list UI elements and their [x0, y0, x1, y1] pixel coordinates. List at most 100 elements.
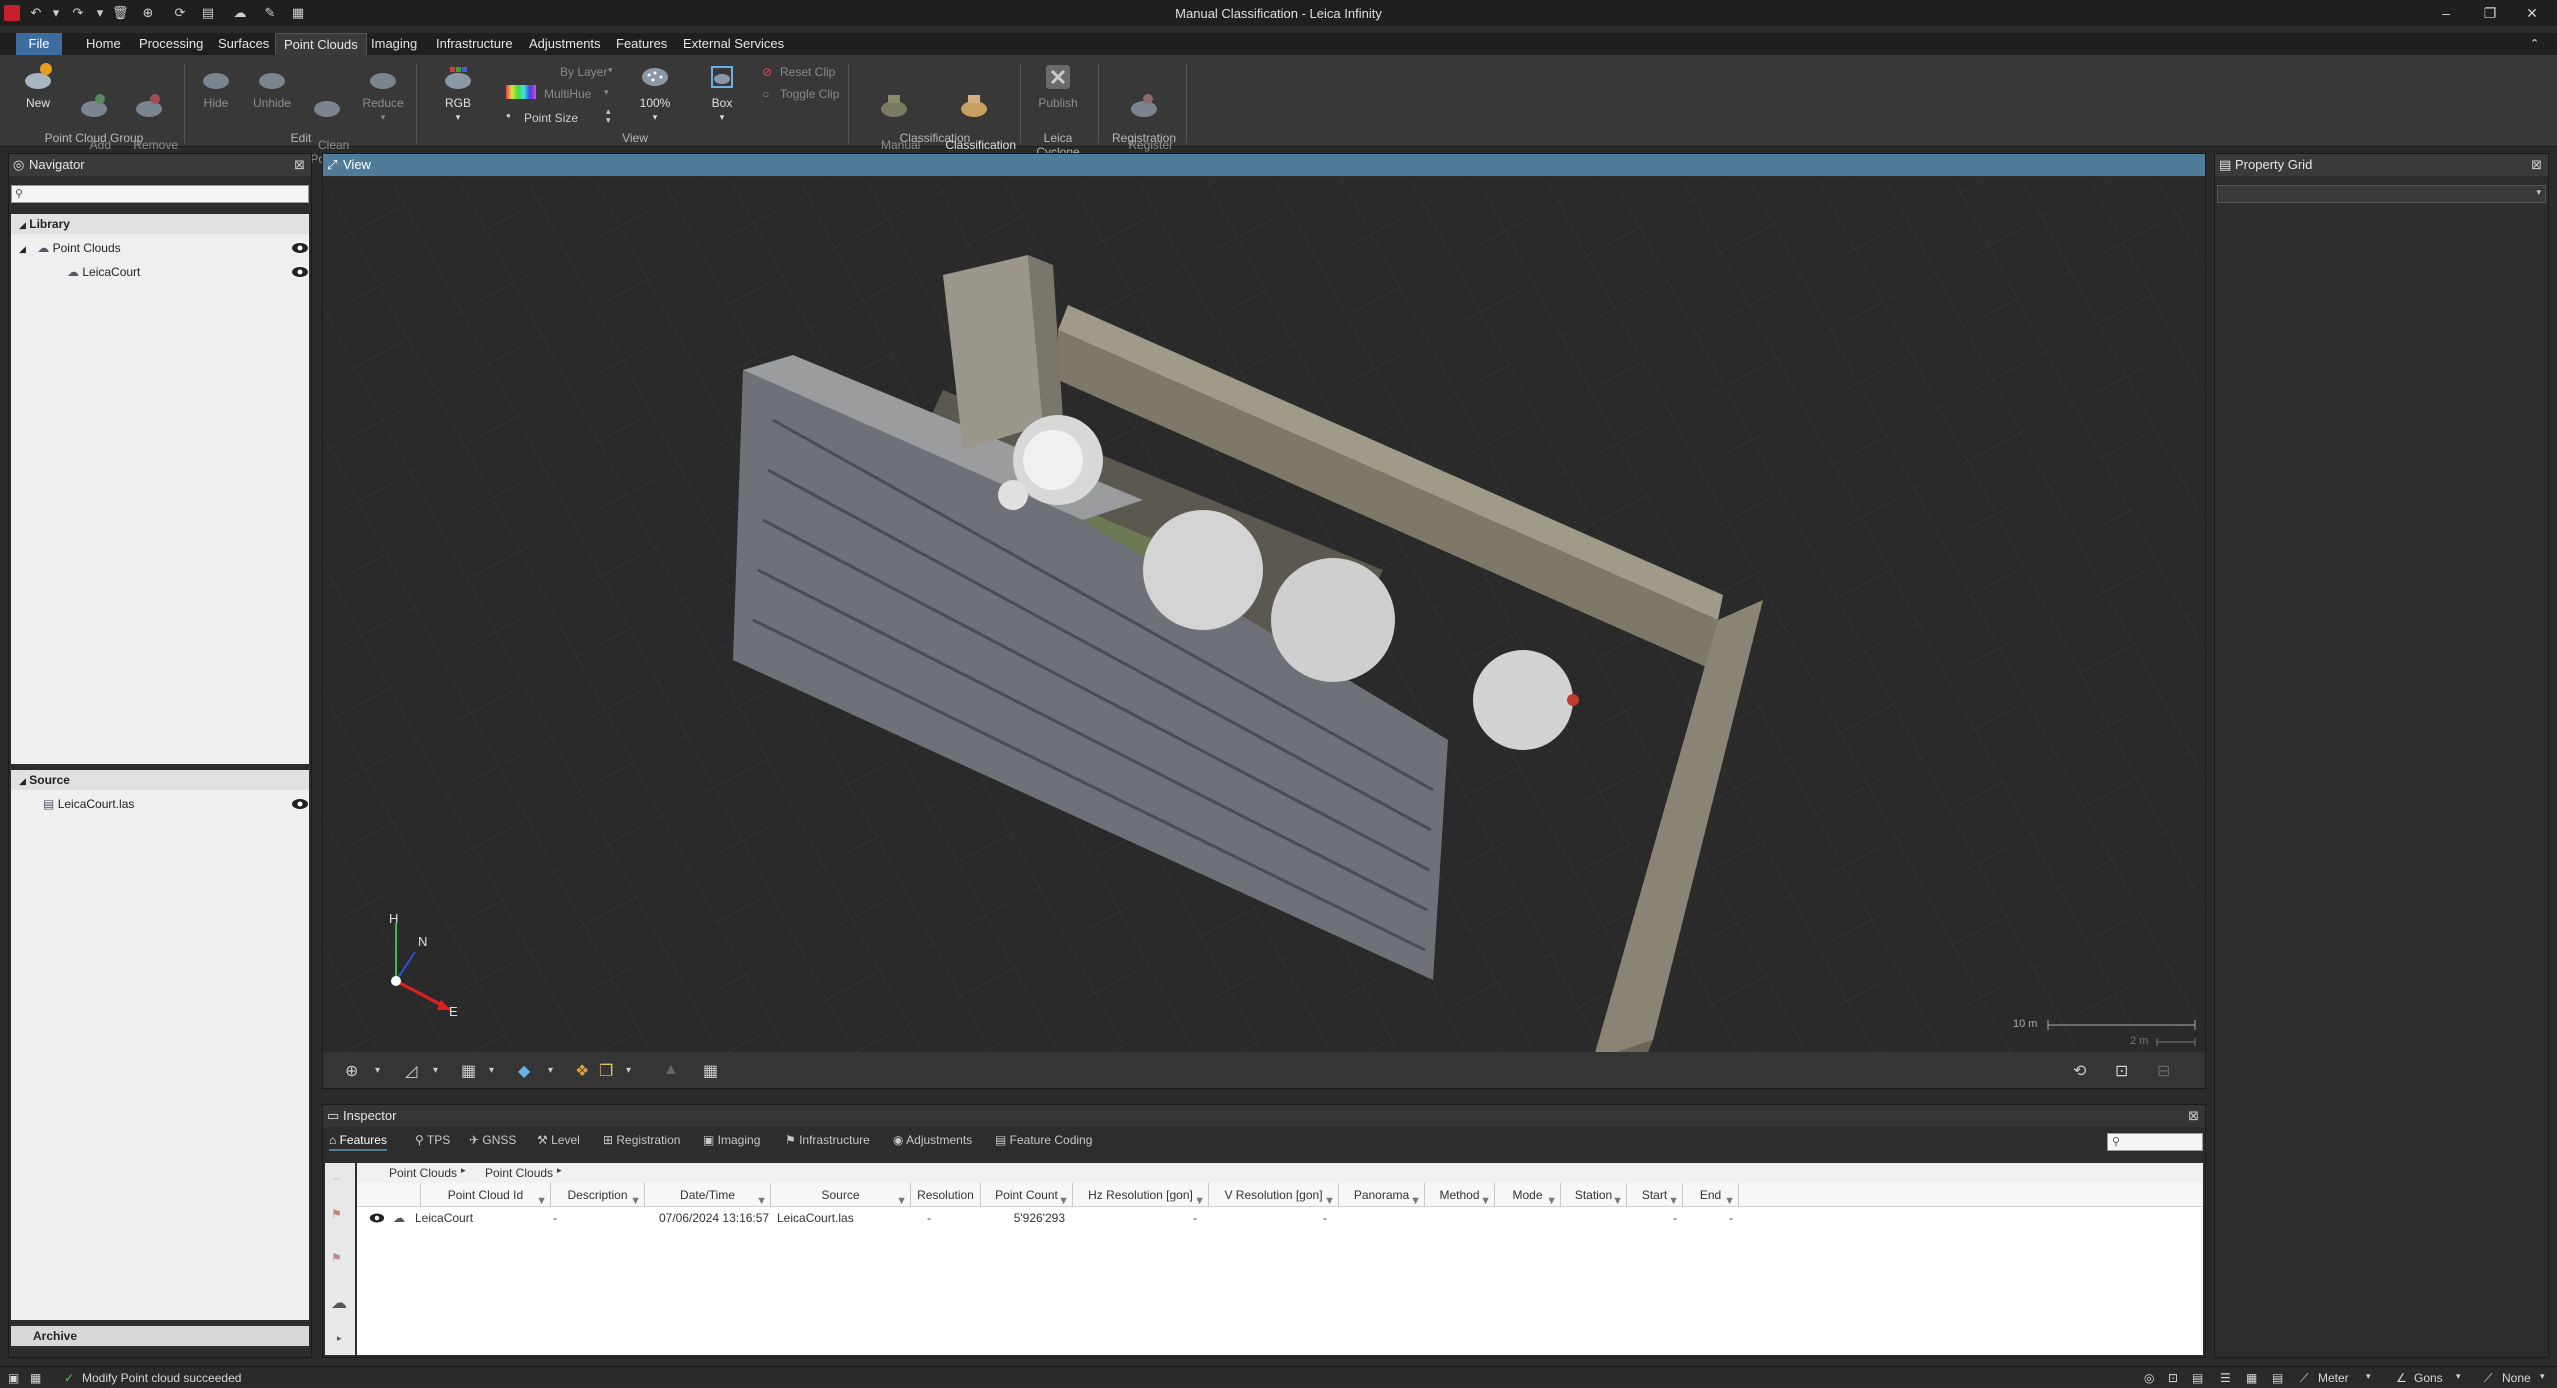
status-grid-icon[interactable]: ▤ [2192, 1371, 2203, 1385]
visibility-eye-icon[interactable] [291, 798, 309, 810]
navigator-search-input[interactable]: ⚲ [11, 185, 309, 203]
col-start[interactable]: Start ▼ [1627, 1183, 1683, 1207]
tab-features[interactable]: ⌂ Features [329, 1129, 387, 1151]
layers-icon[interactable]: ❖ [575, 1061, 589, 1081]
col-end[interactable]: End ▼ [1683, 1183, 1739, 1207]
ribbon-collapse-icon[interactable]: ⌃ [2522, 33, 2547, 55]
reduce-button[interactable]: Reduce ▾ [354, 61, 412, 124]
zoom-extents-icon[interactable]: ⊡ [2115, 1061, 2128, 1081]
breadcrumb-item[interactable]: Point Clouds [389, 1166, 457, 1180]
projection-dropdown-icon[interactable]: ▾ [2540, 1371, 2545, 1382]
close-icon[interactable]: ⊠ [2531, 154, 2542, 176]
tab-adjustments[interactable]: ◉ Adjustments [893, 1129, 972, 1151]
flag-icon[interactable]: ⚑ [331, 1207, 342, 1221]
tab-gnss[interactable]: ✈ GNSS [469, 1129, 516, 1151]
visibility-eye-icon[interactable] [369, 1212, 385, 1224]
close-icon[interactable]: ⊠ [2188, 1105, 2199, 1127]
tab-file[interactable]: File [16, 33, 62, 55]
view-cube-dropdown-icon[interactable]: ▾ [548, 1065, 553, 1076]
col-station[interactable]: Station ▼ [1561, 1183, 1627, 1207]
col-point-count[interactable]: Point Count ▼ [981, 1183, 1073, 1207]
tab-infrastructure[interactable]: ⚑ Infrastructure [785, 1129, 870, 1151]
rgb-dropdown-icon[interactable]: ▾ [428, 110, 488, 124]
box-dropdown-icon[interactable]: ▾ [694, 110, 750, 124]
status-list-icon[interactable]: ☰ [2220, 1371, 2231, 1385]
status-mode-icon[interactable]: ◎ [2144, 1371, 2154, 1385]
density-dropdown-icon[interactable]: ▾ [626, 110, 684, 124]
tab-features[interactable]: Features [608, 33, 675, 55]
tab-processing[interactable]: Processing [131, 33, 211, 55]
chevron-down-icon[interactable]: ▾ [2536, 187, 2541, 198]
archive-section-header[interactable]: Archive [11, 1326, 309, 1346]
angle-unit-selector[interactable]: Gons [2414, 1371, 2443, 1385]
tab-adjustments[interactable]: Adjustments [521, 33, 609, 55]
collapse-icon[interactable]: ◢ [19, 776, 26, 786]
tab-external-services[interactable]: External Services [675, 33, 792, 55]
status-doc-icon[interactable]: ▤ [2272, 1371, 2283, 1385]
select-dropdown-icon[interactable]: ▾ [489, 1065, 494, 1076]
tab-tps[interactable]: ⚲ TPS [415, 1129, 450, 1151]
tab-imaging[interactable]: ▣ Imaging [703, 1129, 760, 1151]
library-section-header[interactable]: ◢ Library [11, 214, 309, 234]
navigation-mode-icon[interactable]: ⊕ [345, 1061, 358, 1081]
restore-icon[interactable]: ❐ [2470, 2, 2510, 24]
toggle-clip-button[interactable]: Toggle Clip [780, 87, 839, 101]
point-cloud-scene[interactable] [323, 180, 2205, 1052]
breadcrumb-item[interactable]: Point Clouds [485, 1166, 553, 1180]
unit-selector[interactable]: Meter [2318, 1371, 2349, 1385]
tree-item-leicacourt[interactable]: ☁ LeicaCourt [67, 262, 140, 282]
tab-imaging[interactable]: Imaging [363, 33, 425, 55]
view-cube-icon[interactable]: ◆ [518, 1061, 530, 1081]
flag-alt-icon[interactable]: ⚑ [331, 1251, 342, 1265]
point-size-label[interactable]: Point Size [524, 111, 578, 125]
collapse-icon[interactable]: ◢ [19, 244, 26, 254]
col-mode[interactable]: Mode ▼ [1495, 1183, 1561, 1207]
status-table-icon[interactable]: ▦ [2246, 1371, 2257, 1385]
visibility-eye-icon[interactable] [291, 242, 309, 254]
col-datetime[interactable]: Date/Time ▼ [645, 1183, 771, 1207]
measure-icon[interactable]: ◿ [405, 1061, 417, 1081]
collapse-icon[interactable]: ◢ [19, 220, 26, 230]
col-v-resolution[interactable]: V Resolution [gon] ▼ [1209, 1183, 1339, 1207]
col-panorama[interactable]: Panorama ▼ [1339, 1183, 1425, 1207]
table-row[interactable]: ☁ LeicaCourt - 07/06/2024 13:16:57 Leica… [357, 1207, 2203, 1229]
navigation-dropdown-icon[interactable]: ▾ [375, 1065, 380, 1076]
tab-surfaces[interactable]: Surfaces [210, 33, 277, 55]
projection-selector[interactable]: None [2502, 1371, 2531, 1385]
status-snap-icon[interactable]: ⊡ [2168, 1371, 2178, 1385]
multihue-dropdown-icon[interactable]: ▾ [604, 87, 609, 98]
minimize-icon[interactable]: – [2426, 2, 2466, 24]
col-method[interactable]: Method ▼ [1425, 1183, 1495, 1207]
close-icon[interactable]: ⊠ [294, 154, 305, 176]
angle-dropdown-icon[interactable]: ▾ [2456, 1371, 2461, 1382]
grid-toggle-icon[interactable]: ▦ [703, 1061, 718, 1081]
status-save-icon[interactable]: ▣ [8, 1371, 19, 1385]
density-button[interactable]: 100% ▾ [626, 61, 684, 124]
visibility-eye-icon[interactable] [291, 266, 309, 278]
unit-dropdown-icon[interactable]: ▾ [2366, 1371, 2371, 1382]
hide-button[interactable]: Hide [188, 61, 244, 110]
publish-button[interactable]: Publish [1028, 61, 1088, 110]
tab-level[interactable]: ⚒ Level [537, 1129, 580, 1151]
multihue-option[interactable]: MultiHue [544, 87, 591, 101]
unhide-button[interactable]: Unhide [244, 61, 300, 110]
tab-home[interactable]: Home [78, 33, 129, 55]
inspector-search-input[interactable]: ⚲ [2107, 1133, 2203, 1151]
select-tool-icon[interactable]: ▦ [461, 1061, 476, 1081]
status-layout-icon[interactable]: ▦ [30, 1371, 41, 1385]
tree-item-source-file[interactable]: ▤ LeicaCourt.las [43, 794, 134, 814]
up-icon[interactable]: – [333, 1171, 340, 1185]
col-description[interactable]: Description ▼ [551, 1183, 645, 1207]
layers-dropdown-icon[interactable]: ▾ [626, 1065, 631, 1076]
tab-feature-coding[interactable]: ▤ Feature Coding [995, 1129, 1092, 1151]
close-icon[interactable]: ✕ [2512, 2, 2552, 24]
col-hz-resolution[interactable]: Hz Resolution [gon] ▼ [1073, 1183, 1209, 1207]
layer-stack-icon[interactable]: ❐ [599, 1061, 613, 1081]
col-point-cloud-id[interactable]: Point Cloud Id ▼ [421, 1183, 551, 1207]
reduce-dropdown-icon[interactable]: ▾ [354, 110, 412, 124]
new-button[interactable]: New [8, 61, 68, 110]
tab-point-clouds[interactable]: Point Clouds [275, 33, 367, 55]
source-section-header[interactable]: ◢ Source [11, 770, 309, 790]
rgb-button[interactable]: RGB ▾ [428, 61, 488, 124]
3d-view-canvas[interactable]: H N E 10 m 2 m [323, 180, 2205, 1052]
